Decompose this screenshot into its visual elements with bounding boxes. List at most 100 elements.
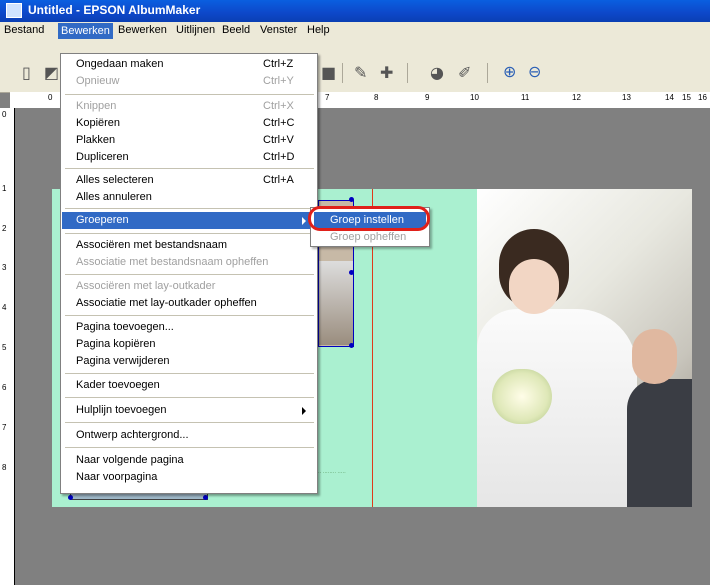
- menu-item-label: Ongedaan maken: [76, 58, 164, 70]
- menu-item-duplicate[interactable]: Dupliceren Ctrl+D: [62, 149, 316, 166]
- menu-item-label: Kopiëren: [76, 117, 121, 129]
- menu-item-group[interactable]: Groeperen: [62, 212, 316, 229]
- menu-separator: [65, 373, 314, 374]
- menu-item-select-all[interactable]: Alles selecteren Ctrl+A: [62, 172, 316, 189]
- menu-separator: [65, 422, 314, 423]
- menu-item-label: Associatie met lay-outkader opheffen: [76, 297, 257, 309]
- menu-separator: [65, 168, 314, 169]
- menu-item-redo[interactable]: Opnieuw Ctrl+Y: [62, 73, 316, 90]
- menu-item-shortcut: Ctrl+Z: [263, 58, 294, 70]
- menu-item-shortcut: Ctrl+X: [263, 100, 294, 112]
- page-caption-text: ·· ········ ·····: [318, 470, 346, 476]
- ruler-label: 13: [622, 93, 631, 102]
- menu-item-shortcut: Ctrl+A: [263, 174, 294, 186]
- ruler-label: 7: [325, 93, 330, 102]
- menu-bewerken-active[interactable]: Bewerken: [58, 23, 113, 39]
- ruler-label: 10: [470, 93, 479, 102]
- submenu-item-ungroup[interactable]: Groep opheffen: [314, 229, 426, 245]
- menu-item-shortcut: Ctrl+V: [263, 134, 294, 146]
- photo-face: [509, 259, 559, 314]
- ruler-label: 15: [682, 93, 691, 102]
- menu-item-associate-filename[interactable]: Associëren met bestandsnaam: [62, 237, 316, 254]
- menu-separator: [65, 208, 314, 209]
- resize-handle[interactable]: [349, 270, 354, 275]
- brush-icon[interactable]: ✐: [458, 65, 471, 81]
- menu-item-delete-page[interactable]: Pagina verwijderen: [62, 353, 316, 370]
- menu-item-associate-layout[interactable]: Associëren met lay-outkader: [62, 278, 316, 295]
- menu-item-next-page[interactable]: Naar volgende pagina: [62, 452, 316, 469]
- menu-separator: [65, 447, 314, 448]
- menu-venster[interactable]: Venster: [260, 24, 297, 36]
- menu-item-shortcut: Ctrl+Y: [263, 75, 294, 87]
- menu-separator: [65, 274, 314, 275]
- menu-bar: Bestand Bewerken Bewerken Uitlijnen Beel…: [0, 22, 710, 40]
- menu-beeld[interactable]: Beeld: [222, 24, 250, 36]
- menu-item-copy[interactable]: Kopiëren Ctrl+C: [62, 115, 316, 132]
- new-document-icon[interactable]: ▯: [22, 65, 31, 81]
- menu-item-label: Associëren met bestandsnaam: [76, 239, 228, 251]
- menu-item-label: Dupliceren: [76, 151, 129, 163]
- ruler-label: 8: [374, 93, 379, 102]
- menu-item-deselect-all[interactable]: Alles annuleren: [62, 189, 316, 206]
- resize-handle[interactable]: [68, 495, 73, 500]
- ruler-label: 16: [698, 93, 707, 102]
- menu-item-label: Knippen: [76, 100, 117, 112]
- menu-separator: [65, 397, 314, 398]
- vertical-ruler: 0 1 2 3 4 5 6 7 8: [0, 108, 15, 585]
- menu-item-label: Ontwerp achtergrond...: [76, 429, 189, 441]
- menu-help[interactable]: Help: [307, 24, 330, 36]
- menu-item-shortcut: Ctrl+C: [263, 117, 295, 129]
- photo-bouquet: [492, 369, 552, 424]
- stamp-alt-icon[interactable]: ✎: [354, 65, 367, 81]
- resize-handle[interactable]: [349, 343, 354, 348]
- wedding-photo[interactable]: [477, 189, 692, 507]
- menu-item-cut[interactable]: Knippen Ctrl+X: [62, 98, 316, 115]
- menu-item-copy-page[interactable]: Pagina kopiëren: [62, 336, 316, 353]
- menu-item-undo[interactable]: Ongedaan maken Ctrl+Z: [62, 56, 316, 73]
- ruler-label: 0: [48, 93, 53, 102]
- image-edit-icon[interactable]: ✚: [380, 65, 393, 81]
- ruler-label: 0: [2, 110, 7, 119]
- menu-separator: [65, 94, 314, 95]
- edit-menu-dropdown: Ongedaan maken Ctrl+Z Opnieuw Ctrl+Y Kni…: [60, 53, 318, 494]
- stamp-icon[interactable]: ■: [321, 65, 336, 81]
- window-title: Untitled - EPSON AlbumMaker: [28, 3, 201, 17]
- menu-item-label: Plakken: [76, 134, 116, 146]
- menu-item-label: Naar volgende pagina: [76, 454, 184, 466]
- photo-thumbnail: [319, 261, 353, 345]
- menu-item-label: Associatie met bestandsnaam opheffen: [76, 256, 269, 268]
- menu-item-add-frame[interactable]: Kader toevoegen: [62, 377, 316, 394]
- toolbar-separator: [487, 63, 488, 83]
- menu-uitlijnen[interactable]: Uitlijnen: [176, 24, 215, 36]
- menu-item-unassociate-filename[interactable]: Associatie met bestandsnaam opheffen: [62, 254, 316, 271]
- open-icon[interactable]: ◩: [44, 65, 59, 81]
- menu-item-add-guide[interactable]: Hulplijn toevoegen: [62, 402, 316, 419]
- menu-item-label: Opnieuw: [76, 75, 120, 87]
- menu-item-first-page[interactable]: Naar voorpagina: [62, 469, 316, 486]
- photo-groom: [627, 379, 692, 507]
- menu-item-label: Hulplijn toevoegen: [76, 404, 167, 416]
- ruler-label: 3: [2, 263, 7, 272]
- ruler-label: 14: [665, 93, 674, 102]
- zoom-in-icon[interactable]: ⊕: [503, 64, 516, 80]
- menu-item-paste[interactable]: Plakken Ctrl+V: [62, 132, 316, 149]
- image-effect-icon[interactable]: ◕: [430, 65, 444, 81]
- menu-item-label: Associëren met lay-outkader: [76, 280, 216, 292]
- menu-bewerken[interactable]: Bewerken: [118, 24, 167, 36]
- menu-item-label: Alles annuleren: [76, 191, 152, 203]
- menu-item-design-background[interactable]: Ontwerp achtergrond...: [62, 427, 316, 444]
- menu-item-label: Kader toevoegen: [76, 379, 160, 391]
- ruler-label: 1: [2, 184, 7, 193]
- menu-item-shortcut: Ctrl+D: [263, 151, 295, 163]
- ruler-label: 4: [2, 303, 7, 312]
- resize-handle[interactable]: [349, 197, 354, 202]
- title-bar[interactable]: Untitled - EPSON AlbumMaker: [0, 0, 710, 22]
- menu-item-unassociate-layout[interactable]: Associatie met lay-outkader opheffen: [62, 295, 316, 312]
- menu-item-add-page[interactable]: Pagina toevoegen...: [62, 319, 316, 336]
- highlight-callout: [308, 206, 430, 231]
- ruler-label: 9: [425, 93, 430, 102]
- resize-handle[interactable]: [203, 495, 208, 500]
- ruler-label: 11: [521, 93, 530, 102]
- menu-bestand[interactable]: Bestand: [4, 24, 44, 36]
- zoom-out-icon[interactable]: ⊖: [528, 64, 541, 80]
